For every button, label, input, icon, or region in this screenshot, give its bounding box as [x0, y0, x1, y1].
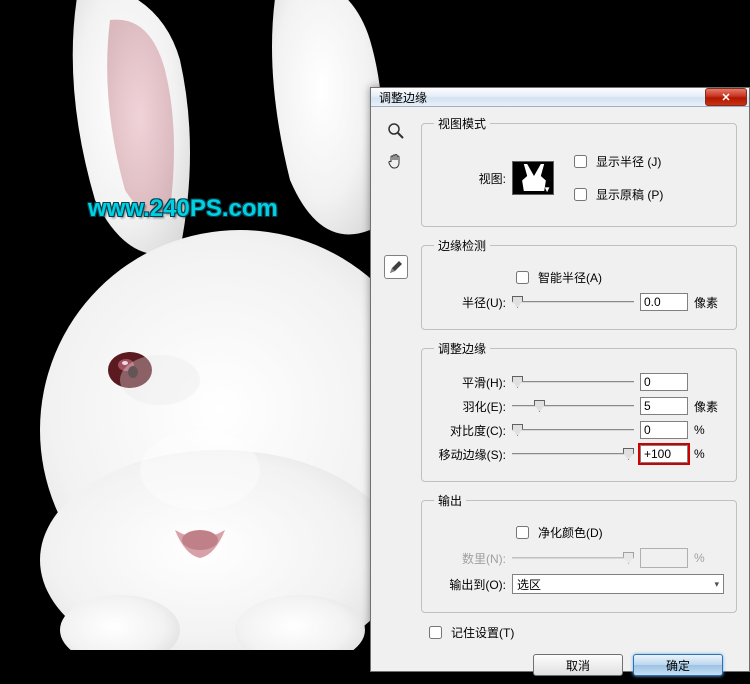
amount-label: 数里(N):	[434, 550, 506, 567]
hand-tool[interactable]	[384, 149, 408, 173]
view-label: 视图:	[434, 170, 506, 187]
feather-input[interactable]	[640, 397, 688, 415]
watermark-240ps: www.240PS.com	[88, 195, 278, 223]
output-legend: 输出	[434, 492, 466, 509]
purify-colors-label: 净化颜色(D)	[538, 524, 603, 541]
chevron-down-icon: ▾	[714, 579, 719, 590]
edge-detection-legend: 边缘检测	[434, 237, 490, 254]
shift-edge-slider[interactable]	[512, 445, 634, 463]
smooth-input[interactable]	[640, 373, 688, 391]
remember-settings-checkbox[interactable]	[429, 626, 442, 639]
view-mode-legend: 视图模式	[434, 115, 490, 132]
tool-column	[381, 119, 411, 279]
feather-label: 羽化(E):	[434, 398, 506, 415]
amount-unit: %	[694, 551, 724, 565]
adjust-edge-group: 调整边缘 平滑(H): 羽化(E): 像素 对比度(C):	[421, 340, 737, 482]
feather-unit: 像素	[694, 398, 724, 415]
smooth-slider[interactable]	[512, 373, 634, 391]
output-to-select[interactable]: 选区 ▾	[512, 574, 724, 594]
show-original-label: 显示原稿 (P)	[596, 186, 663, 203]
contrast-input[interactable]	[640, 421, 688, 439]
show-radius-checkbox[interactable]	[574, 155, 587, 168]
smart-radius-label: 智能半径(A)	[538, 269, 602, 286]
radius-unit: 像素	[694, 294, 724, 311]
shift-edge-label: 移动边缘(S):	[434, 446, 506, 463]
dialog-title: 调整边缘	[379, 89, 705, 106]
shift-edge-input[interactable]	[640, 445, 688, 463]
radius-label: 半径(U):	[434, 294, 506, 311]
ok-button[interactable]: 确定	[633, 654, 723, 676]
contrast-unit: %	[694, 423, 724, 437]
adjust-edge-legend: 调整边缘	[434, 340, 490, 357]
radius-slider[interactable]	[512, 293, 634, 311]
radius-input[interactable]	[640, 293, 688, 311]
purify-colors-checkbox[interactable]	[516, 526, 529, 539]
show-original-checkbox[interactable]	[574, 188, 587, 201]
chevron-down-icon: ▼	[543, 185, 551, 194]
shift-edge-unit: %	[694, 447, 724, 461]
rabbit-image	[0, 0, 420, 650]
output-to-value: 选区	[517, 576, 541, 593]
zoom-tool[interactable]	[384, 119, 408, 143]
titlebar[interactable]: 调整边缘 ✕	[371, 88, 749, 107]
close-button[interactable]: ✕	[705, 88, 747, 106]
show-original-row[interactable]: 显示原稿 (P)	[570, 185, 724, 204]
smooth-label: 平滑(H):	[434, 374, 506, 391]
feather-slider[interactable]	[512, 397, 634, 415]
view-mode-group: 视图模式 视图: ▼ 显示半径 (J) 显示原稿 (P)	[421, 115, 737, 227]
show-radius-row[interactable]: 显示半径 (J)	[570, 152, 724, 171]
contrast-label: 对比度(C):	[434, 422, 506, 439]
amount-input-disabled	[640, 548, 688, 568]
output-to-label: 输出到(O):	[434, 576, 506, 593]
view-thumbnail[interactable]: ▼	[512, 161, 554, 195]
contrast-slider[interactable]	[512, 421, 634, 439]
remember-settings-label: 记住设置(T)	[451, 624, 514, 641]
brush-tool[interactable]	[384, 255, 408, 279]
smart-radius-checkbox[interactable]	[516, 271, 529, 284]
output-group: 输出 净化颜色(D) 数里(N): % 输出到(O): 选区 ▾	[421, 492, 737, 613]
edge-detection-group: 边缘检测 智能半径(A) 半径(U): 像素	[421, 237, 737, 330]
close-icon: ✕	[721, 91, 730, 104]
cancel-button[interactable]: 取消	[533, 654, 623, 676]
amount-slider	[512, 549, 634, 567]
refine-edge-dialog: 调整边缘 ✕ 视图模式 视图: ▼	[370, 87, 750, 672]
show-radius-label: 显示半径 (J)	[596, 153, 661, 170]
